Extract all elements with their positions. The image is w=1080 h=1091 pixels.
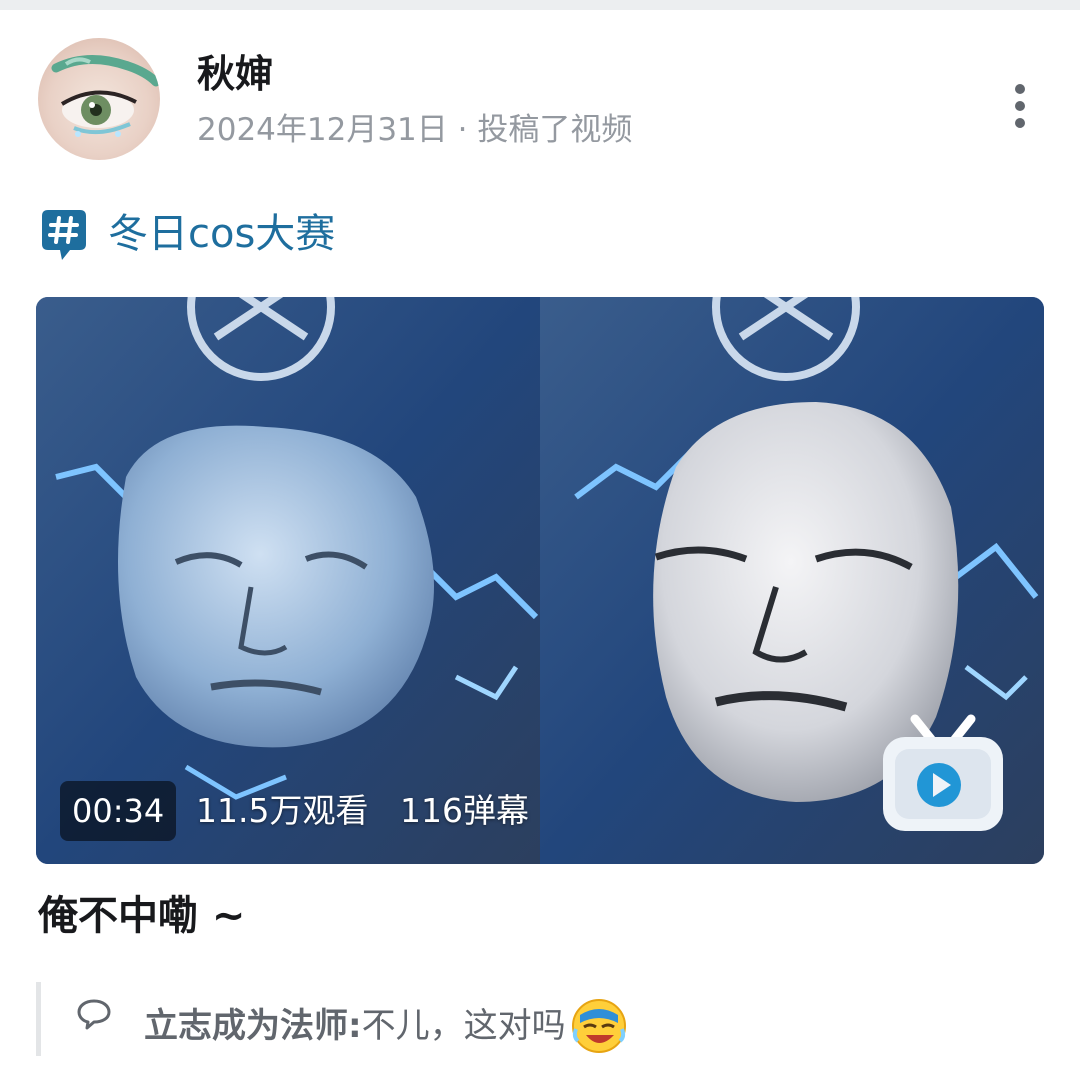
more-dot-icon	[1015, 84, 1025, 94]
video-view-count: 11.5万观看	[196, 791, 369, 830]
more-dot-icon	[1015, 101, 1025, 111]
post-meta: 2024年12月31日 · 投稿了视频	[197, 112, 633, 148]
comment-preview[interactable]: 立志成为法师: 不儿，这对吗	[144, 998, 628, 1054]
status-bar-strip	[0, 0, 1080, 10]
bilibili-tv-icon	[883, 714, 1003, 831]
comment-username[interactable]: 立志成为法师:	[144, 998, 362, 1054]
more-dot-icon	[1015, 118, 1025, 128]
topic-tag[interactable]: 冬日cos大赛	[40, 206, 335, 262]
comment-text: 不儿，这对吗	[361, 1006, 566, 1046]
author-avatar[interactable]	[38, 38, 160, 160]
author-name[interactable]: 秋婶	[197, 50, 273, 98]
avatar-image	[51, 54, 160, 137]
topic-label: 冬日cos大赛	[108, 211, 336, 257]
comment-quote-bar	[36, 982, 41, 1056]
comment-bubble-icon	[77, 999, 111, 1030]
video-danmaku-count: 116弹幕	[400, 791, 529, 830]
post-caption: 俺不中嘞 ~	[38, 893, 246, 939]
video-card[interactable]: 00:34 11.5万观看 116弹幕	[36, 297, 1044, 864]
more-options-button[interactable]	[1000, 80, 1040, 132]
laughing-crying-emoji	[571, 999, 626, 1053]
hashtag-icon	[42, 210, 86, 260]
video-duration-badge: 00:34	[60, 781, 177, 841]
